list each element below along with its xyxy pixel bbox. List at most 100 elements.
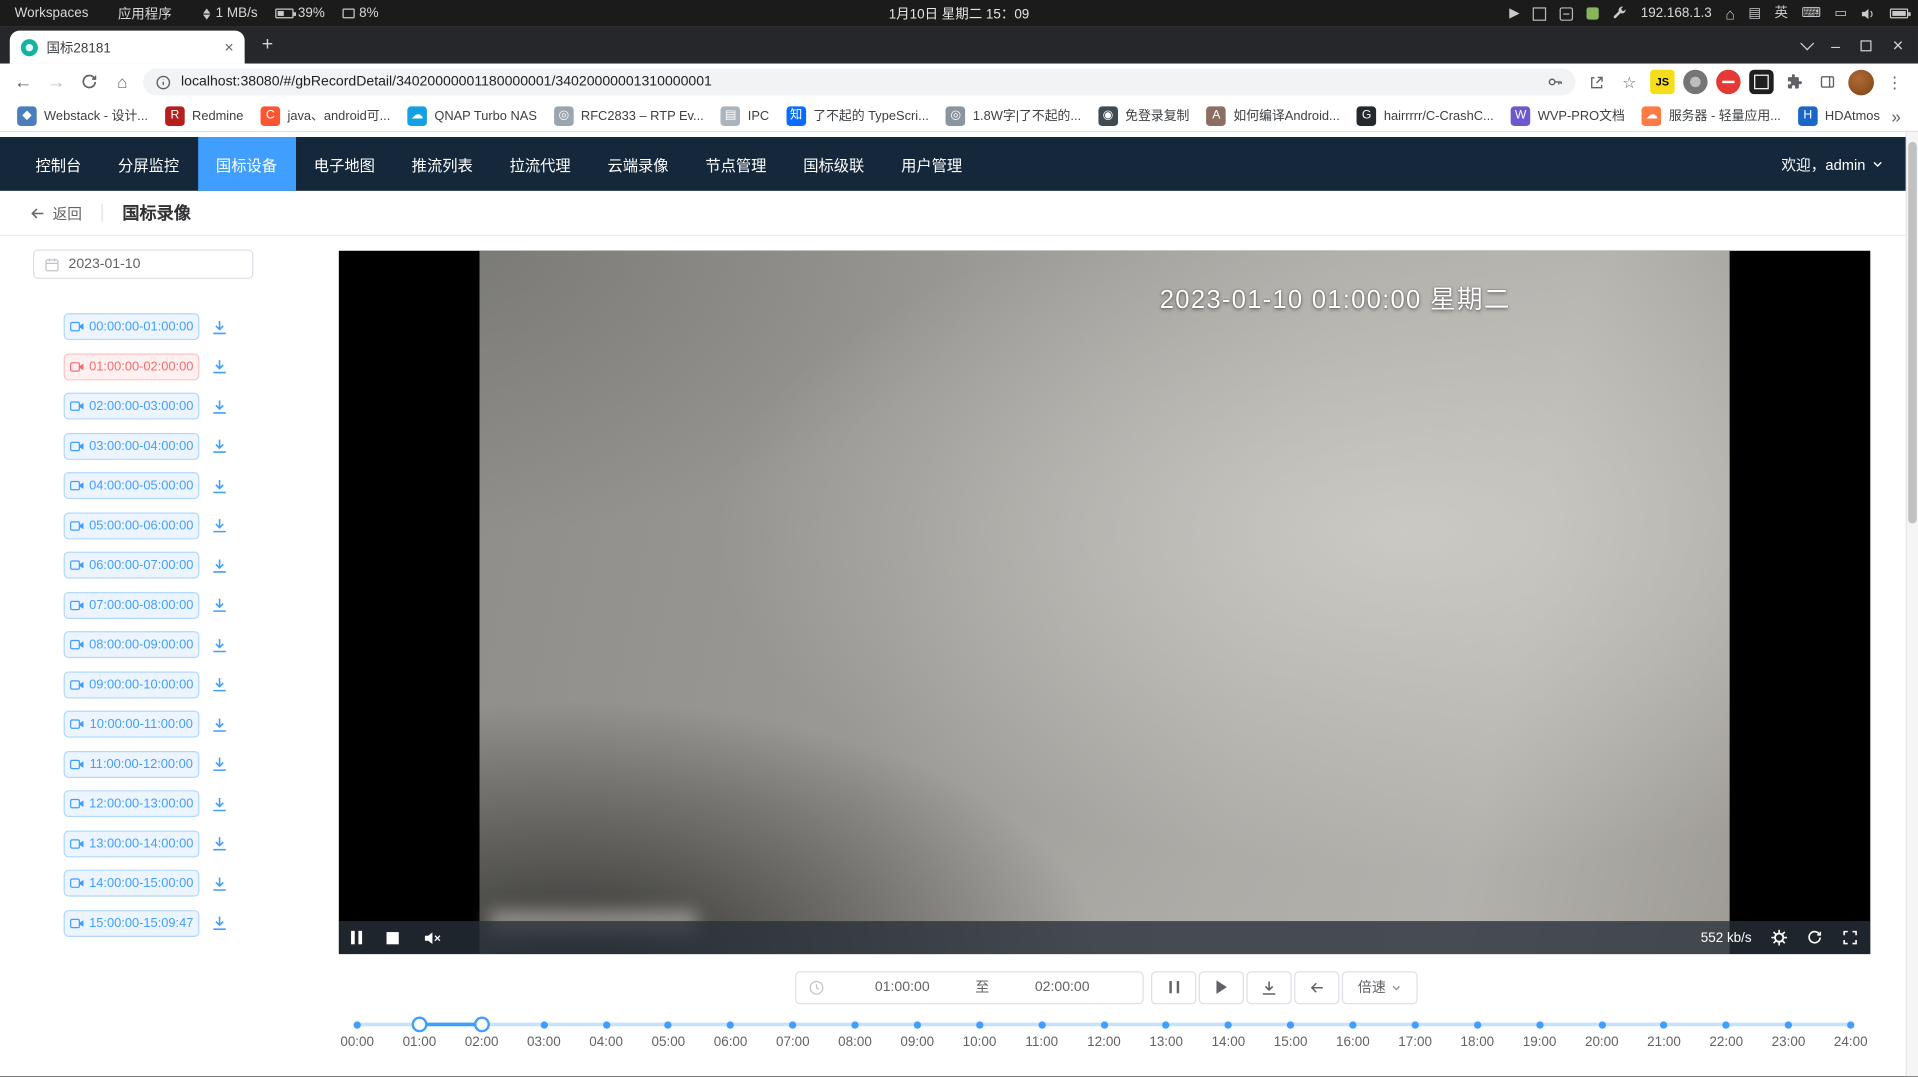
nav-tab[interactable]: 国标级联 <box>785 137 883 191</box>
system-battery-icon[interactable] <box>1890 9 1908 19</box>
bookmark-item[interactable]: ◎ RFC2833 – RTP Ev... <box>547 103 711 127</box>
nav-tab[interactable]: 云端录像 <box>589 137 687 191</box>
nav-tab[interactable]: 分屏监控 <box>100 137 198 191</box>
bookmark-item[interactable]: R Redmine <box>158 103 251 127</box>
video-player[interactable]: 2023-01-10 01:00:00 星期二 552 kb/s <box>339 251 1870 954</box>
record-time-button[interactable]: 00:00:00-01:00:00 <box>64 313 200 340</box>
timeline-handle-1[interactable] <box>474 1016 490 1032</box>
bookmark-item[interactable]: W WVP-PRO文档 <box>1503 103 1632 127</box>
bookmark-item[interactable]: ☁ 服务器 - 轻量应用... <box>1635 103 1789 127</box>
download-record-button[interactable] <box>212 796 228 812</box>
input-method-indicator[interactable]: 英 <box>1775 7 1788 20</box>
player-refresh-button[interactable] <box>1807 930 1823 946</box>
reload-button[interactable] <box>77 73 101 90</box>
nav-tab[interactable]: 推流列表 <box>393 137 491 191</box>
download-record-button[interactable] <box>212 517 228 533</box>
extension-icon-2[interactable] <box>1716 70 1740 94</box>
download-record-button[interactable] <box>212 438 228 454</box>
new-tab-button[interactable]: + <box>262 35 273 55</box>
record-time-button[interactable]: 13:00:00-14:00:00 <box>64 830 200 857</box>
page-scrollbar[interactable] <box>1906 132 1918 1076</box>
bookmark-item[interactable]: 知 了不起的 TypeScri... <box>779 103 936 127</box>
bookmarks-overflow-button[interactable]: » <box>1884 106 1908 126</box>
tab-search-icon[interactable] <box>1800 37 1814 51</box>
nav-tab[interactable]: 节点管理 <box>687 137 785 191</box>
record-time-button[interactable]: 08:00:00-09:00:00 <box>64 631 200 658</box>
record-time-button[interactable]: 04:00:00-05:00:00 <box>64 472 200 499</box>
bookmark-item[interactable]: G hairrrrr/C-CrashC... <box>1350 103 1501 127</box>
site-info-icon[interactable] <box>155 74 171 90</box>
bookmark-item[interactable]: ▤ IPC <box>714 103 777 127</box>
bookmark-item[interactable]: ◉ 免登录复制 <box>1091 103 1197 127</box>
browser-menu-icon[interactable]: ⋮ <box>1883 74 1907 90</box>
player-stop-button[interactable] <box>387 931 399 943</box>
record-time-button[interactable]: 12:00:00-13:00:00 <box>64 790 200 817</box>
download-record-button[interactable] <box>212 716 228 732</box>
download-record-button[interactable] <box>212 398 228 414</box>
download-record-button[interactable] <box>212 358 228 374</box>
browser-tab[interactable]: 国标28181 × <box>10 31 245 64</box>
player-pause-button[interactable] <box>351 931 362 944</box>
player-fullscreen-button[interactable] <box>1842 930 1858 946</box>
download-record-button[interactable] <box>212 676 228 692</box>
record-time-button[interactable]: 03:00:00-04:00:00 <box>64 432 200 459</box>
record-time-button[interactable]: 07:00:00-08:00:00 <box>64 591 200 618</box>
volume-icon[interactable] <box>1861 7 1877 20</box>
password-key-icon[interactable] <box>1546 73 1563 90</box>
download-record-button[interactable] <box>212 557 228 573</box>
record-time-button[interactable]: 11:00:00-12:00:00 <box>64 750 200 777</box>
cpu-indicator[interactable]: 8% <box>342 6 379 21</box>
applications-button[interactable]: 应用程序 <box>103 0 186 27</box>
window-close-button[interactable]: × <box>1893 36 1904 54</box>
media-play-icon[interactable]: ▶ <box>1509 7 1519 20</box>
address-bar[interactable]: localhost:38080/#/gbRecordDetail/3402000… <box>143 68 1575 95</box>
scrollbar-thumb[interactable] <box>1908 142 1917 524</box>
timeline-handle-0[interactable] <box>411 1016 427 1032</box>
workspaces-button[interactable]: Workspaces <box>0 0 103 27</box>
download-record-button[interactable] <box>212 637 228 653</box>
extension-tampermonkey-icon[interactable] <box>1749 70 1773 94</box>
home-button[interactable]: ⌂ <box>110 73 134 90</box>
nav-tab[interactable]: 拉流代理 <box>491 137 589 191</box>
profile-avatar[interactable] <box>1848 69 1874 95</box>
download-record-button[interactable] <box>212 835 228 851</box>
tab-close-icon[interactable]: × <box>224 39 233 55</box>
player-mute-button[interactable] <box>423 930 441 945</box>
bookmark-item[interactable]: A 如何编译Android... <box>1199 103 1347 127</box>
share-icon[interactable] <box>1584 74 1608 90</box>
keyboard-icon[interactable]: ⌨ <box>1801 7 1820 20</box>
download-record-button[interactable] <box>212 756 228 772</box>
download-record-button[interactable] <box>212 915 228 931</box>
extension-js-icon[interactable]: JS <box>1650 70 1674 94</box>
nav-tab[interactable]: 电子地图 <box>295 137 393 191</box>
nav-tab[interactable]: 控制台 <box>17 137 100 191</box>
record-time-button[interactable]: 01:00:00-02:00:00 <box>64 353 200 380</box>
network-speed-indicator[interactable]: 1 MB/s <box>203 6 257 21</box>
record-time-button[interactable]: 05:00:00-06:00:00 <box>64 512 200 539</box>
tray-tools-icon[interactable] <box>1613 6 1628 21</box>
download-button[interactable] <box>1246 971 1291 1004</box>
battery-indicator[interactable]: 39% <box>275 6 325 21</box>
seek-back-button[interactable] <box>1294 971 1339 1004</box>
os-clock[interactable]: 1月10日 星期二 15：09 <box>889 4 1030 24</box>
play-button[interactable] <box>1199 971 1244 1004</box>
record-time-button[interactable]: 15:00:00-15:09:47 <box>64 909 200 936</box>
bookmark-item[interactable]: H HDAtmos :: 种子 ... <box>1791 103 1884 127</box>
download-record-button[interactable] <box>212 597 228 613</box>
home-icon[interactable]: ⌂ <box>1725 6 1735 22</box>
display-icon[interactable]: ▭ <box>1834 7 1847 20</box>
extensions-puzzle-icon[interactable] <box>1782 73 1806 90</box>
record-time-button[interactable]: 14:00:00-15:00:00 <box>64 870 200 897</box>
record-time-button[interactable]: 06:00:00-07:00:00 <box>64 552 200 579</box>
bookmark-star-icon[interactable]: ☆ <box>1617 74 1641 90</box>
date-picker-input[interactable]: 2023-01-10 <box>33 250 253 279</box>
side-panel-icon[interactable] <box>1815 73 1839 90</box>
forward-button[interactable]: → <box>44 73 68 91</box>
bookmark-item[interactable]: ◎ 1.8W字|了不起的... <box>939 103 1089 127</box>
tray-screen-icon[interactable] <box>1533 7 1546 20</box>
download-record-button[interactable] <box>212 319 228 335</box>
download-record-button[interactable] <box>212 875 228 891</box>
workspace-grid-icon[interactable]: ▤ <box>1748 7 1761 20</box>
time-range-input[interactable]: 01:00:00 至 02:00:00 <box>795 971 1144 1004</box>
bookmark-item[interactable]: ◆ Webstack - 设计... <box>10 103 156 127</box>
